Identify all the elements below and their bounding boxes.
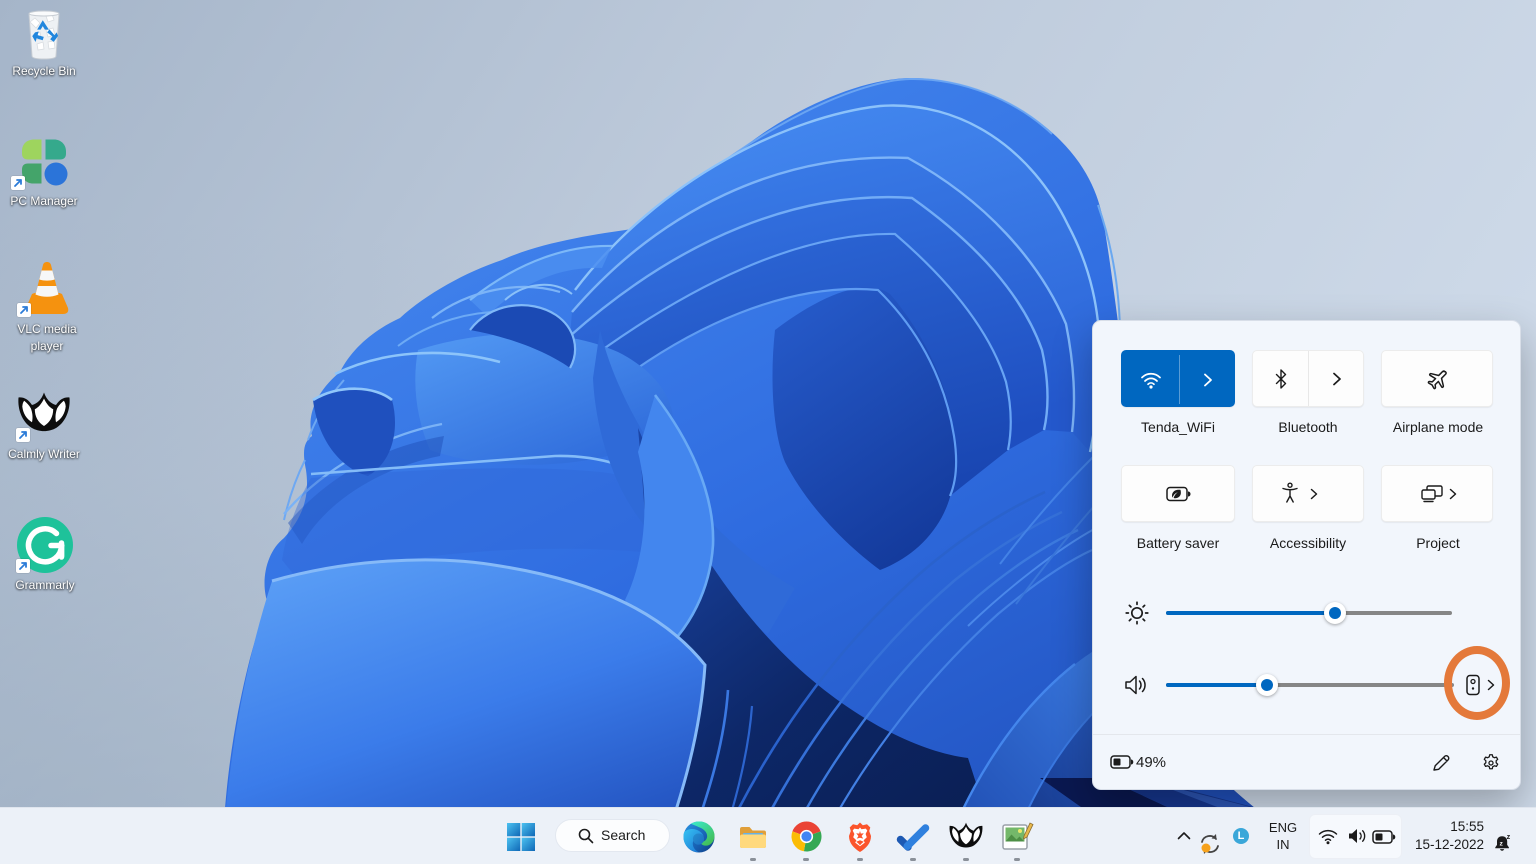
svg-text:z: z [1500,840,1504,847]
svg-text:z: z [1507,833,1511,841]
